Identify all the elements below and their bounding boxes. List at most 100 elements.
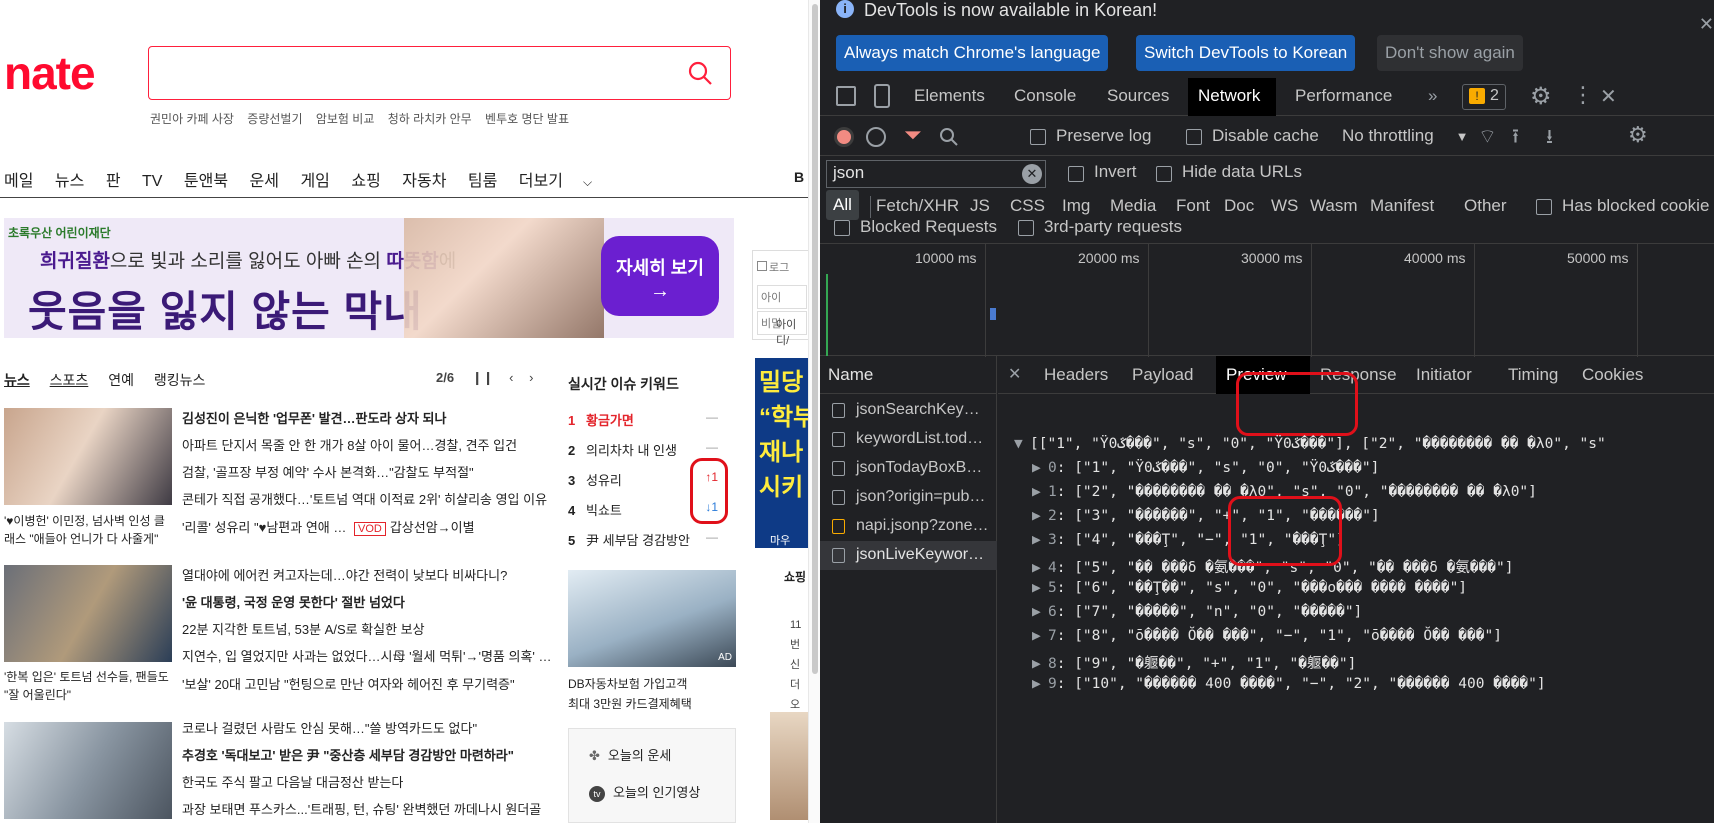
tab-elements[interactable]: Elements xyxy=(904,78,995,116)
news-item[interactable]: 검찰, '골프장 부정 예약' 수사 본격화…"감찰도 부적절" xyxy=(182,462,474,481)
nate-logo[interactable]: nate xyxy=(4,46,96,100)
request-row[interactable]: json?origin=pub… xyxy=(820,483,997,512)
news-headline[interactable]: 김성진이 은닉한 '업무폰' 발견…판도라 상자 되나 xyxy=(182,408,446,427)
next-icon[interactable]: › xyxy=(529,370,533,385)
type-all[interactable]: All xyxy=(826,190,859,220)
record-icon[interactable] xyxy=(834,127,854,147)
page-scrollbar[interactable] xyxy=(808,0,820,823)
wifi-icon[interactable]: ⌔ xyxy=(1478,124,1497,149)
dont-show-button[interactable]: Don't show again xyxy=(1377,35,1523,71)
pause-icon[interactable]: ❙❙ xyxy=(472,370,494,385)
side-link-video[interactable]: tv 오늘의 인기영상 xyxy=(569,764,735,802)
type-font[interactable]: Font xyxy=(1176,196,1210,216)
tab-console[interactable]: Console xyxy=(1004,78,1086,116)
thumbnail-caption[interactable]: '한복 입은' 토트넘 선수들, 팬들도 "잘 어울린다" xyxy=(4,668,174,704)
close-icon[interactable]: ✕ xyxy=(1699,14,1714,35)
settings-gear-icon[interactable]: ⚙ xyxy=(1530,82,1552,111)
news-item[interactable]: 콘테가 직접 공개했다…'토트넘 역대 이적료 2위' 히샬리송 영입 이유 xyxy=(182,489,547,508)
preview-root[interactable]: ▼ [["1", "Ÿ0ػ���", "s", "0", "Ÿ0ػ���"], [… xyxy=(1014,436,1606,452)
thumbnail-caption[interactable]: '♥이병헌' 이민정, 넘사벽 인성 클래스 "애들아 언니가 다 사줄게" xyxy=(4,512,174,548)
tab-initiator[interactable]: Initiator xyxy=(1406,356,1482,394)
trending-link[interactable]: 암보험 비교 xyxy=(316,112,375,126)
news-item[interactable]: 열대야에 에어컨 켜고자는데…야간 전력이 낮보다 비싸다니? xyxy=(182,565,507,584)
type-img[interactable]: Img xyxy=(1062,196,1090,216)
more-panels-icon[interactable]: » xyxy=(1418,78,1447,116)
nav-item-mail[interactable]: 메일 xyxy=(4,173,33,190)
clear-filter-icon[interactable]: ✕ xyxy=(1022,164,1042,184)
nav-item-toon[interactable]: 툰앤북 xyxy=(184,173,228,190)
upload-icon[interactable]: ⭱ xyxy=(1512,122,1519,156)
find-id-link[interactable]: 아이디/ xyxy=(776,316,808,348)
preserve-log-checkbox[interactable] xyxy=(1030,129,1046,145)
news-item[interactable]: 아파트 단지서 목줄 안 한 개가 8살 아이 물어…경찰, 견주 입건 xyxy=(182,435,517,454)
hide-data-urls-checkbox[interactable] xyxy=(1156,166,1172,182)
preview-row[interactable]: ▶ 0: ["1", "Ÿ0ػ���", "s", "0", "Ÿ0ػ���"] xyxy=(1032,460,1379,476)
clear-icon[interactable] xyxy=(866,127,886,147)
tab-network[interactable]: Network xyxy=(1188,78,1276,116)
tab-entertainment[interactable]: 연예 xyxy=(108,372,134,388)
type-ws[interactable]: WS xyxy=(1271,196,1298,216)
type-fetch-xhr[interactable]: Fetch/XHR xyxy=(876,196,959,216)
download-icon[interactable]: ⭳ xyxy=(1546,122,1553,156)
tab-cookies[interactable]: Cookies xyxy=(1572,356,1653,394)
has-blocked-cookies-checkbox[interactable] xyxy=(1536,199,1552,215)
match-language-button[interactable]: Always match Chrome's language xyxy=(836,35,1109,71)
tab-sports[interactable]: 스포츠 xyxy=(50,372,89,388)
request-row[interactable]: jsonTodayBoxB… xyxy=(820,454,997,483)
prev-icon[interactable]: ‹ xyxy=(509,370,513,385)
news-item[interactable]: '리콜' 성유리 "♥남편과 연애 … VOD 갑상선암→이별 xyxy=(182,517,475,536)
tab-ranking[interactable]: 랭킹뉴스 xyxy=(154,372,206,388)
filter-input[interactable]: json ✕ xyxy=(826,160,1046,188)
login-id-field[interactable]: 아이 xyxy=(757,285,807,309)
trending-link[interactable]: 벤투호 명단 발표 xyxy=(485,112,569,126)
news-item[interactable]: 22분 지각한 토트넘, 53분 A/S로 확실한 보상 xyxy=(182,619,425,638)
news-item[interactable]: '보살' 20대 고민남 "헌팅으로 만난 여자와 헤어진 후 무기력증" xyxy=(182,674,515,693)
type-other[interactable]: Other xyxy=(1464,196,1507,216)
trending-link[interactable]: 권민아 카페 사장 xyxy=(150,112,234,126)
switch-korean-button[interactable]: Switch DevTools to Korean xyxy=(1136,35,1356,71)
nav-item-teamroom[interactable]: 팀룸 xyxy=(468,173,497,190)
news-item[interactable]: 코로나 걸렸던 사람도 안심 못해…"쓸 방역카드도 없다" xyxy=(182,718,477,737)
donation-banner[interactable]: 초록우산 어린이재단 희귀질환으로 빛과 소리를 잃어도 아빠 손의 따뜻함에 … xyxy=(4,218,734,338)
disable-cache-checkbox[interactable] xyxy=(1186,129,1202,145)
third-party-checkbox[interactable] xyxy=(1018,220,1034,236)
type-manifest[interactable]: Manifest xyxy=(1370,196,1434,216)
news-headline[interactable]: '윤 대통령, 국정 운영 못한다' 절반 넘었다 xyxy=(182,592,405,611)
tab-news[interactable]: 뉴스 xyxy=(4,372,30,388)
kebab-menu-icon[interactable]: ⋮ xyxy=(1572,82,1594,108)
request-row[interactable]: jsonSearchKey… xyxy=(820,396,997,425)
inspect-icon[interactable] xyxy=(836,86,856,106)
search-icon[interactable] xyxy=(686,59,714,87)
nav-item-car[interactable]: 자동차 xyxy=(402,173,446,190)
request-row[interactable]: napi.jsonp?zone… xyxy=(820,512,997,541)
request-row-selected[interactable]: jsonLiveKeywor… xyxy=(820,541,997,570)
name-column-header[interactable]: Name xyxy=(820,356,997,394)
throttling-select[interactable]: No throttling ▼ xyxy=(1342,126,1469,146)
side-link-fortune[interactable]: ✤ 오늘의 운세 xyxy=(569,729,735,764)
preview-row[interactable]: ▶ 8: ["9", "�躽��", "+", "1", "�躽��"] xyxy=(1032,652,1356,673)
news-item[interactable]: 한국도 주식 팔고 다음날 대금정산 받는다 xyxy=(182,772,403,791)
type-js[interactable]: JS xyxy=(970,196,990,216)
search-input[interactable] xyxy=(148,46,731,100)
shop-image[interactable] xyxy=(770,712,808,820)
request-row[interactable]: keywordList.tod… xyxy=(820,425,997,454)
tab-timing[interactable]: Timing xyxy=(1498,356,1568,394)
preview-row[interactable]: ▶ 9: ["10", "������ 400 ����", "−", "2", … xyxy=(1032,676,1546,692)
nav-item-tv[interactable]: TV xyxy=(142,173,162,190)
nav-item-more[interactable]: 더보기 ⌵ xyxy=(519,173,609,190)
tab-sources[interactable]: Sources xyxy=(1097,78,1179,116)
search-icon[interactable] xyxy=(938,126,960,148)
nav-item-news[interactable]: 뉴스 xyxy=(55,173,84,190)
tab-payload[interactable]: Payload xyxy=(1122,356,1203,394)
ad-caption[interactable]: DB자동차보험 가입고객 최대 3만원 카드결제혜택 xyxy=(568,674,692,714)
keyword-item[interactable]: 1 황금가면 — xyxy=(568,410,718,429)
tab-headers[interactable]: Headers xyxy=(1034,356,1118,394)
news-item[interactable]: 지연수, 입 열었지만 사과는 없었다…시母 '월세 먹튀'→'명품 의혹' … xyxy=(182,646,552,665)
news-headline[interactable]: 추경호 '독대보고' 받은 尹 "중산층 세부담 경감방안 마련하라" xyxy=(182,745,514,764)
nav-item-shopping[interactable]: 쇼핑 xyxy=(351,173,380,190)
issues-badge[interactable]: ! 2 xyxy=(1462,84,1506,110)
ad-image[interactable]: AD xyxy=(568,570,736,667)
blocked-requests-checkbox[interactable] xyxy=(834,220,850,236)
close-devtools-icon[interactable]: ✕ xyxy=(1600,84,1617,109)
network-settings-icon[interactable]: ⚙ xyxy=(1628,122,1648,148)
